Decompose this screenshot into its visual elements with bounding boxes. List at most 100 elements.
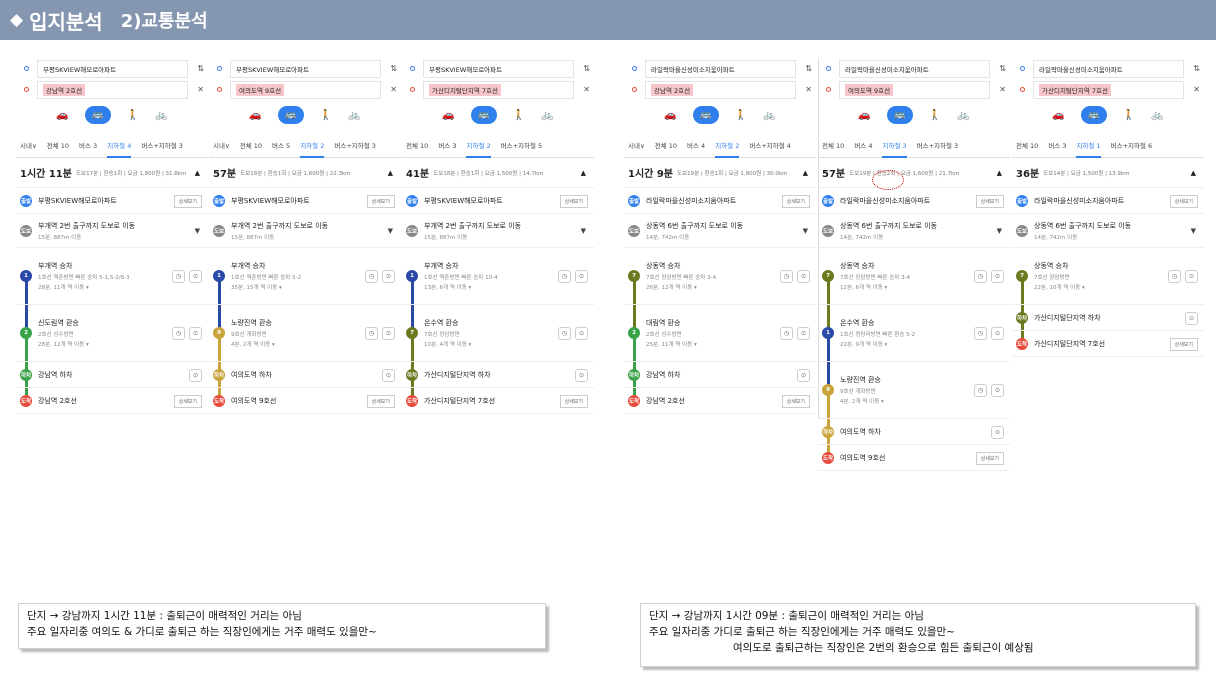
tab-3[interactable]: 버스+지하철 5 (501, 140, 543, 150)
walk-icon[interactable]: 🚶 (1123, 110, 1135, 121)
detail-button[interactable]: 상세보기 (366, 194, 395, 208)
tab-4[interactable]: 버스+지하철 4 (749, 140, 791, 150)
detail-button[interactable]: 상세보기 (975, 451, 1004, 465)
origin-input[interactable]: 부평SKVIEW해모로아파트 (423, 59, 574, 78)
step-stops[interactable]: 4분, 2개 역 이동 ▾ (840, 397, 1010, 405)
tab-4[interactable]: 버스+지하철 3 (334, 140, 376, 150)
route-summary[interactable]: 57분 도보19분 | 환승2회 | 요금 1,600원 | 21.7km ▲ (818, 158, 1010, 188)
clock-icon[interactable]: ◷ (974, 270, 987, 283)
step-stops[interactable]: 28분, 11개 역 이동 ▾ (38, 283, 208, 291)
clock-icon[interactable]: ◷ (1168, 270, 1181, 283)
destination-input[interactable]: 강남역 2호선 (645, 80, 796, 99)
detail-button[interactable]: 상세보기 (366, 394, 395, 408)
step-stops[interactable]: 22분, 10개 역 이동 ▾ (1034, 283, 1204, 291)
tab-0[interactable]: 시내∨ (20, 140, 37, 150)
tab-1[interactable]: 버스 3 (1048, 140, 1066, 150)
detail-button[interactable]: 상세보기 (559, 194, 588, 208)
location-icon[interactable]: ⊙ (189, 368, 202, 382)
bus-icon[interactable]: 🚌 (692, 106, 719, 124)
location-icon[interactable]: ⊙ (1185, 270, 1198, 283)
step-stops[interactable]: 13분, 6개 역 이동 ▾ (424, 283, 594, 291)
walk-icon[interactable]: 🚶 (929, 110, 941, 121)
bike-icon[interactable]: 🚲 (957, 110, 969, 121)
location-icon[interactable]: ⊙ (1185, 311, 1198, 325)
location-icon[interactable]: ⊙ (575, 327, 588, 340)
chevron-down-icon[interactable]: ▼ (581, 227, 586, 235)
car-icon[interactable]: 🚗 (858, 110, 870, 121)
collapse-icon[interactable]: ▲ (195, 169, 200, 177)
tab-0[interactable]: 시내∨ (628, 140, 645, 150)
route-summary[interactable]: 1시간 11분 도보17분 | 환승1회 | 요금 1,800원 | 31.8km… (16, 158, 208, 188)
clear-icon[interactable]: ✕ (999, 85, 1006, 94)
step-stops[interactable]: 4분, 2개 역 이동 ▾ (231, 340, 401, 348)
origin-input[interactable]: 라일락마을신성미소지움아파트 (839, 59, 990, 78)
clock-icon[interactable]: ◷ (780, 270, 793, 283)
tab-3[interactable]: 버스+지하철 3 (917, 140, 959, 150)
swap-icon[interactable]: ⇅ (999, 64, 1006, 73)
destination-input[interactable]: 가산디지털단지역 7호선 (423, 80, 574, 99)
location-icon[interactable]: ⊙ (382, 327, 395, 340)
walk-icon[interactable]: 🚶 (320, 110, 332, 121)
car-icon[interactable]: 🚗 (442, 110, 454, 121)
car-icon[interactable]: 🚗 (249, 110, 261, 121)
detail-button[interactable]: 상세보기 (781, 194, 810, 208)
chevron-down-icon[interactable]: ▼ (195, 227, 200, 235)
tab-2[interactable]: 지하철 3 (882, 140, 907, 158)
location-icon[interactable]: ⊙ (575, 368, 588, 382)
destination-input[interactable]: 여의도역 9호선 (839, 80, 990, 99)
swap-icon[interactable]: ⇅ (390, 64, 397, 73)
collapse-icon[interactable]: ▲ (803, 169, 808, 177)
clock-icon[interactable]: ◷ (558, 270, 571, 283)
car-icon[interactable]: 🚗 (1052, 110, 1064, 121)
walk-icon[interactable]: 🚶 (735, 110, 747, 121)
location-icon[interactable]: ⊙ (189, 270, 202, 283)
chevron-down-icon[interactable]: ▼ (388, 227, 393, 235)
location-icon[interactable]: ⊙ (575, 270, 588, 283)
collapse-icon[interactable]: ▲ (581, 169, 586, 177)
tab-1[interactable]: 버스 3 (438, 140, 456, 150)
tab-0[interactable]: 전체 10 (1016, 140, 1038, 150)
tab-1[interactable]: 전체 10 (240, 140, 262, 150)
tab-0[interactable]: 전체 10 (822, 140, 844, 150)
clear-icon[interactable]: ✕ (1193, 85, 1200, 94)
tab-2[interactable]: 버스 3 (79, 140, 97, 150)
clear-icon[interactable]: ✕ (390, 85, 397, 94)
detail-button[interactable]: 상세보기 (559, 394, 588, 408)
chevron-down-icon[interactable]: ▼ (803, 227, 808, 235)
origin-input[interactable]: 라일락마을신성미소지움아파트 (1033, 59, 1184, 78)
bike-icon[interactable]: 🚲 (541, 110, 553, 121)
tab-1[interactable]: 전체 10 (47, 140, 69, 150)
clock-icon[interactable]: ◷ (365, 327, 378, 340)
location-icon[interactable]: ⊙ (797, 327, 810, 340)
clock-icon[interactable]: ◷ (172, 327, 185, 340)
bike-icon[interactable]: 🚲 (763, 110, 775, 121)
location-icon[interactable]: ⊙ (991, 327, 1004, 340)
swap-icon[interactable]: ⇅ (1193, 64, 1200, 73)
location-icon[interactable]: ⊙ (991, 384, 1004, 397)
route-summary[interactable]: 57분 도보18분 | 환승1회 | 요금 1,600원 | 22.3km ▲ (209, 158, 401, 188)
swap-icon[interactable]: ⇅ (197, 64, 204, 73)
step-stops[interactable]: 26분, 12개 역 이동 ▾ (646, 283, 816, 291)
clock-icon[interactable]: ◷ (172, 270, 185, 283)
swap-icon[interactable]: ⇅ (583, 64, 590, 73)
route-summary[interactable]: 41분 도보18분 | 환승1회 | 요금 1,500원 | 14.7km ▲ (402, 158, 594, 188)
tab-3[interactable]: 버스+지하철 6 (1111, 140, 1153, 150)
location-icon[interactable]: ⊙ (382, 368, 395, 382)
tab-2[interactable]: 버스 5 (272, 140, 290, 150)
clock-icon[interactable]: ◷ (780, 327, 793, 340)
location-icon[interactable]: ⊙ (991, 425, 1004, 439)
bike-icon[interactable]: 🚲 (155, 110, 167, 121)
destination-input[interactable]: 강남역 2호선 (37, 80, 188, 99)
collapse-icon[interactable]: ▲ (1191, 169, 1196, 177)
bus-icon[interactable]: 🚌 (277, 106, 304, 124)
walk-icon[interactable]: 🚶 (127, 110, 139, 121)
route-summary[interactable]: 36분 도보14분 | 요금 1,500원 | 13.9km ▲ (1012, 158, 1204, 188)
collapse-icon[interactable]: ▲ (388, 169, 393, 177)
detail-button[interactable]: 상세보기 (781, 394, 810, 408)
origin-input[interactable]: 라일락마을신성미소지움아파트 (645, 59, 796, 78)
clock-icon[interactable]: ◷ (974, 384, 987, 397)
clear-icon[interactable]: ✕ (197, 85, 204, 94)
location-icon[interactable]: ⊙ (797, 368, 810, 382)
collapse-icon[interactable]: ▲ (997, 169, 1002, 177)
tab-2[interactable]: 지하철 2 (466, 140, 491, 158)
